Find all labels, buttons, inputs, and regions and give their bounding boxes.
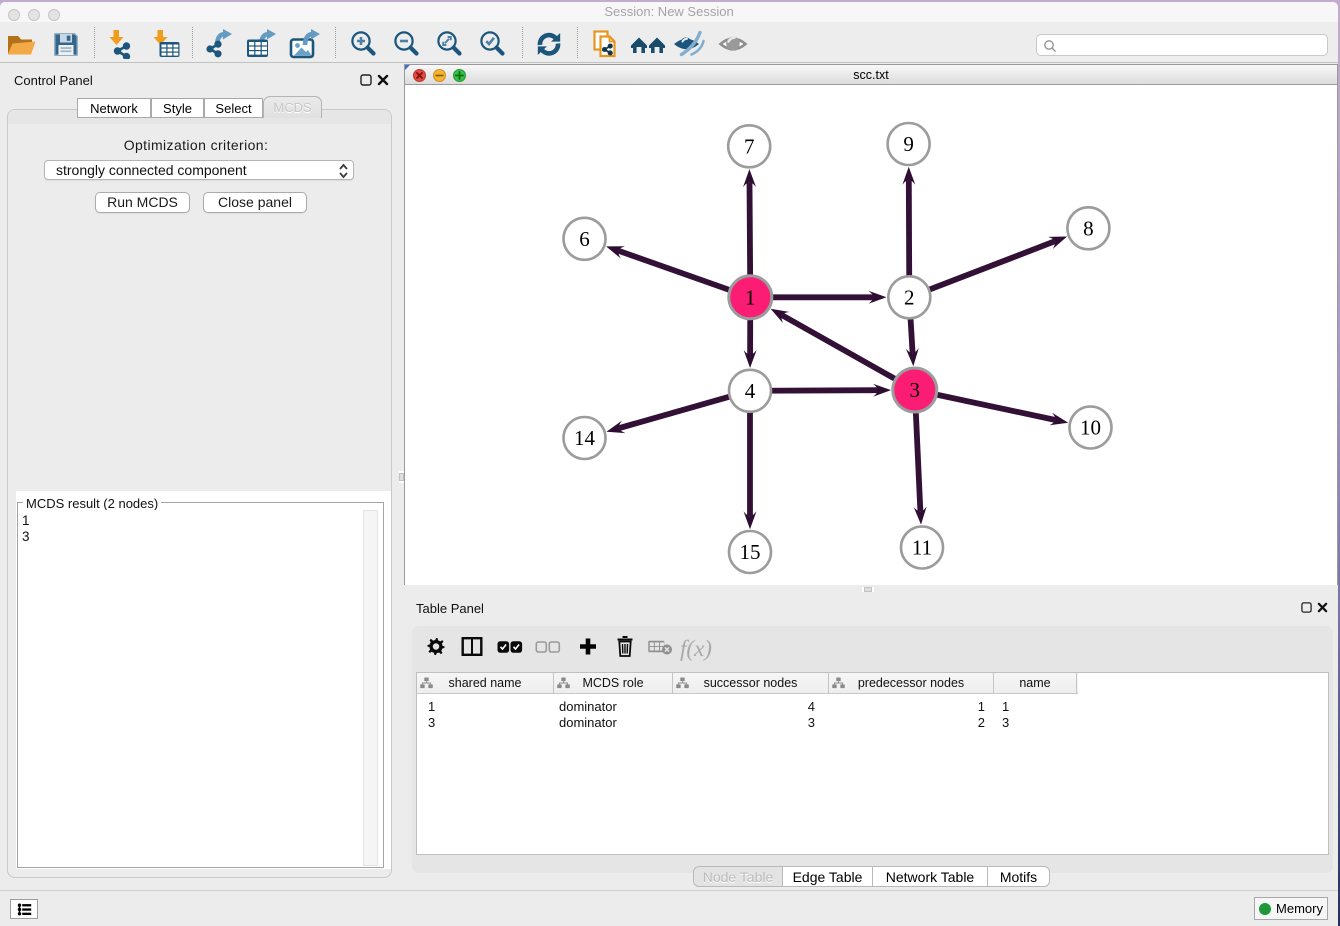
svg-text:11: 11 — [912, 536, 932, 560]
svg-text:1: 1 — [745, 285, 756, 309]
svg-text:3: 3 — [910, 378, 921, 402]
svg-text:6: 6 — [579, 227, 590, 251]
svg-text:14: 14 — [574, 426, 596, 450]
svg-text:8: 8 — [1083, 216, 1094, 240]
svg-text:10: 10 — [1080, 416, 1101, 440]
svg-text:15: 15 — [740, 540, 761, 564]
svg-text:7: 7 — [744, 134, 755, 158]
svg-text:4: 4 — [745, 379, 756, 403]
svg-text:9: 9 — [903, 132, 914, 156]
svg-text:2: 2 — [904, 285, 915, 309]
